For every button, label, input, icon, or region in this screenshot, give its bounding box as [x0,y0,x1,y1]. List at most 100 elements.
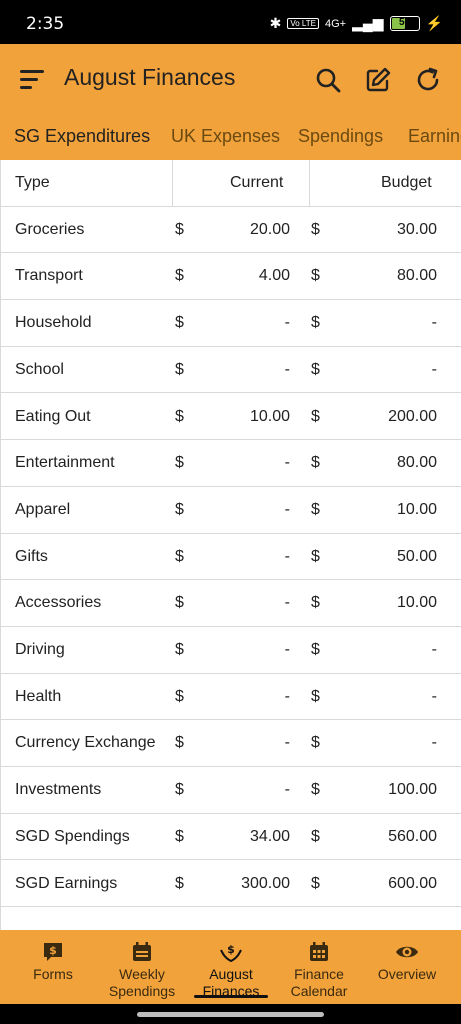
current-value: - [284,641,290,658]
table-row[interactable]: Transport $ 4.00 $ 80.00 [0,253,461,301]
table-row[interactable]: Investments $ - $ 100.00 [0,767,461,814]
calendar-week-icon [133,942,151,961]
status-time: 2:35 [26,14,65,34]
current-currency: $ [175,781,184,799]
battery-icon: 50 [389,16,420,31]
budget-value: 80.00 [396,454,437,472]
budget-value: 80.00 [396,267,437,285]
current-value: 20.00 [249,220,290,238]
table-row[interactable]: Entertainment $ - $ 80.00 [0,440,461,487]
current-value: - [284,360,290,378]
current-currency: $ [175,594,184,612]
row-type: Groceries [15,220,85,238]
budget-currency: $ [311,734,320,752]
budget-currency: $ [311,314,320,332]
volte-badge: Vo LTE [287,18,319,29]
budget-value: 50.00 [396,547,437,565]
status-bar: 2:35 ✱ Vo LTE 4G+ ▂▄▆ 50 ⚡ [0,0,461,44]
refresh-icon[interactable] [414,66,442,94]
row-type: Apparel [15,500,71,518]
table-row[interactable]: Eating Out $ 10.00 $ 200.00 [0,394,461,441]
active-tab-indicator [194,995,268,998]
header-current: Current [230,174,284,191]
current-currency: $ [175,734,184,752]
nav-label-overview: Overview [377,966,437,982]
current-value: - [284,734,290,752]
table-row[interactable]: School $ - $ - [0,347,461,394]
budget-currency: $ [311,454,320,472]
current-value: - [284,594,290,612]
row-type: SGD Earnings [15,874,118,892]
budget-value: 560.00 [388,827,437,845]
charging-icon: ⚡ [425,15,443,31]
current-value: 4.00 [258,267,290,285]
current-currency: $ [175,827,184,845]
svg-text:$: $ [49,944,57,957]
current-currency: $ [175,687,184,705]
budget-currency: $ [311,220,320,238]
row-type: Transport [15,267,83,285]
nav-item-forms[interactable]: $ Forms [0,930,106,1004]
nav-item-overview[interactable]: Overview [364,930,450,1004]
budget-value: 30.00 [396,220,437,238]
finance-table: Type Current Budget Groceries $ 20.00 $ … [0,160,461,930]
current-value: - [284,781,290,799]
nav-label-forms: Forms [33,966,73,982]
current-currency: $ [175,874,184,892]
table-row[interactable]: Driving $ - $ - [0,627,461,674]
row-type: Accessories [15,594,102,612]
table-row[interactable]: Gifts $ - $ 50.00 [0,534,461,581]
home-indicator[interactable] [137,1012,324,1017]
current-currency: $ [175,454,184,472]
tab-bar: SG Expenditures UK Expenses Spendings Ea… [0,122,461,160]
budget-currency: $ [311,360,320,378]
app-bar: August Finances SG Expenditures UK Expen… [0,44,461,160]
current-value: 300.00 [241,874,290,892]
system-nav-bar [0,1004,461,1024]
row-type: Eating Out [15,407,91,425]
budget-currency: $ [311,687,320,705]
budget-currency: $ [311,641,320,658]
current-value: - [284,547,290,565]
current-currency: $ [175,220,184,238]
budget-currency: $ [311,500,320,518]
table-row[interactable]: Household $ - $ - [0,300,461,347]
row-type: Household [15,314,92,332]
current-currency: $ [175,500,184,518]
table-row[interactable]: Groceries $ 20.00 $ 30.00 [0,207,461,254]
tab-earnings[interactable]: Earnings [408,126,461,147]
budget-currency: $ [311,781,320,799]
row-type: Driving [15,641,65,658]
nav-item-finance-calendar[interactable]: Finance Calendar [274,930,364,1004]
row-type: SGD Spendings [15,827,130,845]
search-icon[interactable] [314,66,342,94]
tab-sg-expenditures[interactable]: SG Expenditures [14,126,150,147]
current-value: - [284,314,290,332]
row-type: Entertainment [15,454,115,472]
bottom-nav: $ Forms Weekly Spendings $ August Financ… [0,930,461,1004]
current-currency: $ [175,314,184,332]
budget-currency: $ [311,594,320,612]
signal-icon: ▂▄▆ [352,15,384,31]
table-row[interactable]: SGD Spendings $ 34.00 $ 560.00 [0,814,461,861]
table-row[interactable]: Apparel $ - $ 10.00 [0,487,461,534]
tab-spendings[interactable]: Spendings [298,126,383,147]
nav-label-finance-calendar: Finance Calendar [290,966,348,999]
menu-icon[interactable] [20,70,44,90]
current-value: 10.00 [249,407,290,425]
tab-uk-expenses[interactable]: UK Expenses [171,126,280,147]
calendar-grid-icon [310,942,328,961]
current-currency: $ [175,360,184,378]
nav-item-august-finances[interactable]: $ August Finances [188,930,274,1004]
budget-value: - [431,687,437,705]
table-row[interactable]: Currency Exchange $ - $ - [0,720,461,768]
budget-value: 10.00 [396,594,437,612]
current-value: 34.00 [249,827,290,845]
hands-dollar-icon: $ [220,943,242,963]
table-row[interactable]: Accessories $ - $ 10.00 [0,580,461,627]
edit-icon[interactable] [364,66,392,94]
table-row[interactable]: Health $ - $ - [0,674,461,721]
nav-item-weekly-spendings[interactable]: Weekly Spendings [96,930,188,1004]
table-row[interactable]: SGD Earnings $ 300.00 $ 600.00 [0,861,461,908]
current-currency: $ [175,547,184,565]
